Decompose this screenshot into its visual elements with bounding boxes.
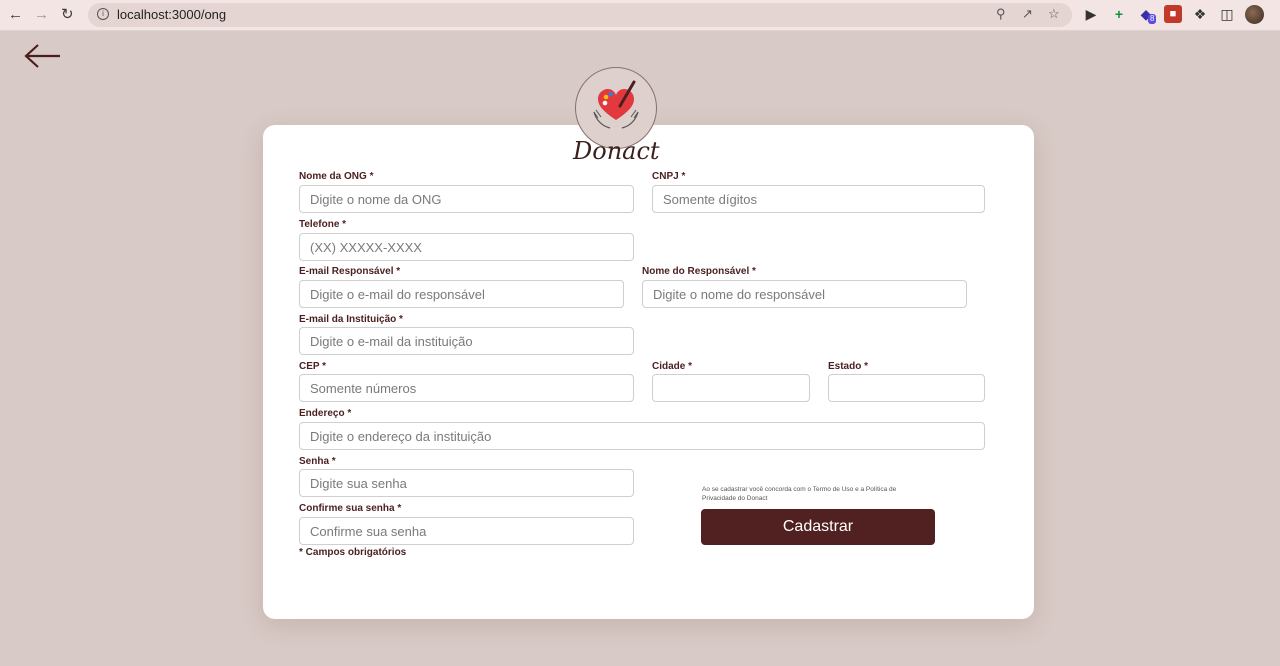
nome-responsavel-input[interactable]: [642, 280, 967, 308]
label-nome-ong: Nome da ONG *: [299, 171, 374, 182]
extension-red-icon[interactable]: ■: [1164, 5, 1182, 23]
browser-forward-icon[interactable]: →: [34, 5, 49, 25]
endereco-input[interactable]: [299, 422, 985, 450]
cep-input[interactable]: [299, 374, 634, 402]
confirme-senha-input[interactable]: [299, 517, 634, 545]
extension-badge: 8: [1148, 14, 1157, 24]
estado-input[interactable]: [828, 374, 985, 402]
email-responsavel-input[interactable]: [299, 280, 624, 308]
brand-name: Donact: [573, 137, 660, 165]
telefone-input[interactable]: [299, 233, 634, 261]
url-text: localhost:3000/ong: [117, 7, 227, 22]
senha-input[interactable]: [299, 469, 634, 497]
extension-plus-icon[interactable]: +: [1110, 5, 1128, 23]
label-cidade: Cidade *: [652, 361, 693, 372]
label-cep: CEP *: [299, 361, 327, 372]
browser-toolbar: ← → ↻ i localhost:3000/ong ⚲ ↗ ☆ ▶ + ◆ 8 …: [0, 0, 1280, 31]
site-info-icon[interactable]: i: [97, 8, 109, 20]
browser-back-icon[interactable]: ←: [8, 5, 23, 25]
cnpj-input[interactable]: [652, 185, 985, 213]
address-bar[interactable]: i localhost:3000/ong ⚲ ↗ ☆: [88, 3, 1072, 27]
label-nome-responsavel: Nome do Responsável *: [642, 266, 756, 277]
cadastrar-button[interactable]: Cadastrar: [701, 509, 935, 545]
brand-logo: Donact: [573, 67, 660, 167]
reload-icon[interactable]: ↻: [61, 5, 74, 25]
media-play-icon[interactable]: ▶: [1082, 5, 1100, 23]
cidade-input[interactable]: [652, 374, 810, 402]
label-confirme-senha: Confirme sua senha *: [299, 503, 402, 514]
bookmark-star-icon[interactable]: ☆: [1048, 6, 1060, 22]
terms-text: Ao se cadastrar você concorda com o Term…: [702, 486, 897, 502]
back-arrow-icon[interactable]: [22, 42, 62, 70]
label-email-responsavel: E-mail Responsável *: [299, 266, 401, 277]
required-fields-note: * Campos obrigatórios: [299, 547, 407, 558]
profile-avatar[interactable]: [1245, 5, 1264, 24]
share-icon[interactable]: ↗: [1022, 6, 1033, 22]
extensions-puzzle-icon[interactable]: ❖: [1191, 5, 1209, 23]
label-cnpj: CNPJ *: [652, 171, 686, 182]
extension-stack-icon[interactable]: ◆ 8: [1137, 5, 1157, 24]
nome-ong-input[interactable]: [299, 185, 634, 213]
label-senha: Senha *: [299, 456, 336, 467]
side-panel-icon[interactable]: ◫: [1218, 5, 1236, 23]
label-telefone: Telefone *: [299, 219, 347, 230]
label-endereco: Endereço *: [299, 408, 352, 419]
label-estado: Estado *: [828, 361, 869, 372]
label-email-instituicao: E-mail da Instituição *: [299, 314, 403, 325]
zoom-icon[interactable]: ⚲: [996, 6, 1006, 22]
email-instituicao-input[interactable]: [299, 327, 634, 355]
heart-palette-icon: [593, 80, 639, 129]
